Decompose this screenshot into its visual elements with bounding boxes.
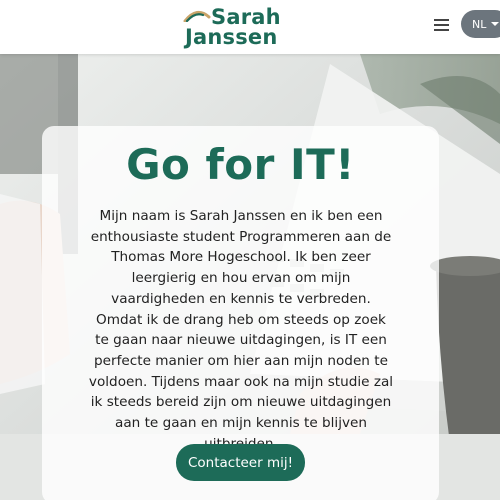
intro-text: Mijn naam is Sarah Janssen en ik ben een… xyxy=(88,208,394,452)
language-selected: NL xyxy=(472,17,487,31)
logo[interactable]: Sarah Janssen xyxy=(183,4,283,50)
page-title: Go for IT! xyxy=(126,140,355,189)
contact-button[interactable]: Contacteer mij! xyxy=(176,444,305,481)
hero-section: Go for IT! Mijn naam is Sarah Janssen en… xyxy=(0,54,500,500)
hamburger-icon[interactable] xyxy=(430,14,454,36)
logo-last-name: Janssen xyxy=(185,25,278,49)
intro-card: Go for IT! Mijn naam is Sarah Janssen en… xyxy=(42,126,439,500)
logo-arc-icon xyxy=(183,10,211,22)
navbar: Sarah Janssen NL xyxy=(0,0,500,54)
caret-down-icon xyxy=(491,22,500,26)
language-dropdown[interactable]: NL xyxy=(461,10,500,38)
